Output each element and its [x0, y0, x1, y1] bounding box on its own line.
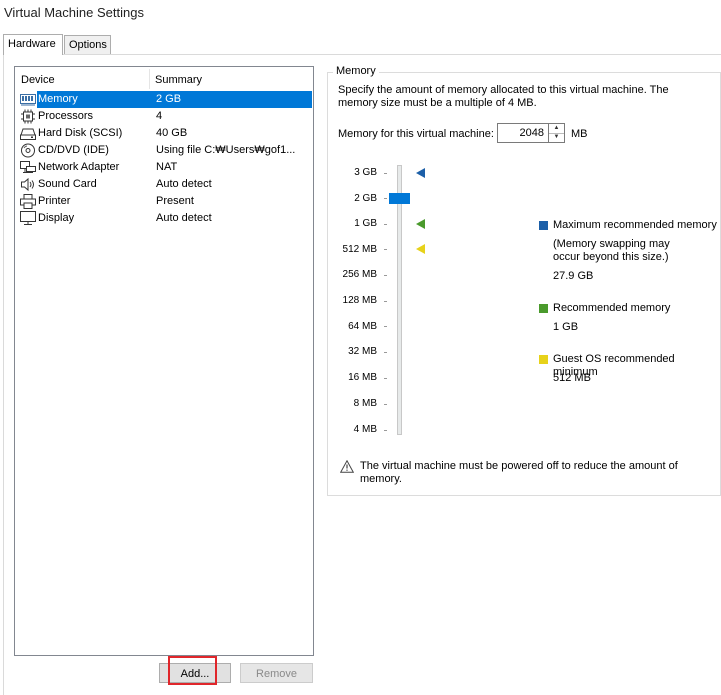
memory-spinner[interactable]: ▲ ▼ — [549, 123, 565, 143]
device-row-network-adapter[interactable]: Network Adapter NAT — [17, 159, 312, 176]
processor-icon — [21, 109, 35, 124]
device-summary: Auto detect — [156, 212, 212, 224]
max-recommended-note: (Memory swapping may occur beyond this s… — [553, 238, 670, 263]
memory-description: Specify the amount of memory allocated t… — [338, 84, 669, 109]
recommended-marker-icon — [416, 219, 425, 229]
tab-options[interactable]: Options — [64, 35, 111, 54]
slider-tick — [384, 173, 387, 174]
device-summary: Auto detect — [156, 178, 212, 190]
slider-tick — [384, 326, 387, 327]
device-summary: NAT — [156, 161, 178, 173]
memory-group-title: Memory — [333, 65, 379, 77]
device-row-sound-card[interactable]: Sound Card Auto detect — [17, 176, 312, 193]
device-summary: Present — [156, 195, 194, 207]
memory-unit-label: MB — [571, 128, 588, 140]
slider-tick — [384, 430, 387, 431]
memory-slider-track[interactable] — [397, 165, 402, 435]
device-row-printer[interactable]: Printer Present — [17, 193, 312, 210]
tab-hardware[interactable]: Hardware — [3, 34, 63, 55]
device-summary: Using file C:₩Users₩gof1... — [156, 144, 296, 156]
column-separator[interactable] — [149, 69, 150, 89]
slider-tick — [384, 249, 387, 250]
printer-icon — [20, 194, 36, 209]
device-list[interactable]: Device Summary Memory 2 GB Processors 4 … — [14, 66, 314, 656]
network-adapter-icon — [20, 161, 36, 173]
slider-label: 32 MB — [348, 346, 377, 357]
sound-card-icon — [21, 177, 34, 192]
device-row-memory[interactable]: Memory 2 GB — [17, 91, 312, 108]
max-recommended-square-icon — [539, 221, 548, 230]
window-title: Virtual Machine Settings — [4, 5, 144, 20]
max-recommended-value: 27.9 GB — [553, 270, 594, 282]
slider-label: 512 MB — [342, 244, 377, 255]
column-header-summary[interactable]: Summary — [155, 71, 202, 89]
slider-tick — [384, 301, 387, 302]
device-name: Printer — [38, 195, 71, 207]
device-name: CD/DVD (IDE) — [38, 144, 109, 156]
slider-tick — [384, 352, 387, 353]
slider-tick — [384, 198, 387, 199]
device-row-processors[interactable]: Processors 4 — [17, 108, 312, 125]
device-name: Network Adapter — [38, 161, 120, 173]
device-summary: 4 — [156, 110, 163, 122]
recommended-square-icon — [539, 304, 548, 313]
slider-label: 16 MB — [348, 372, 377, 383]
slider-tick — [384, 404, 387, 405]
max-recommended-title: Maximum recommended memory — [553, 219, 717, 231]
slider-label: 8 MB — [353, 398, 377, 409]
warning-text: The virtual machine must be powered off … — [360, 460, 678, 485]
spin-down-icon[interactable]: ▼ — [549, 133, 564, 142]
device-summary: 40 GB — [156, 127, 188, 139]
display-icon — [20, 211, 36, 225]
slider-label: 1 GB — [354, 218, 377, 229]
slider-label: 2 GB — [354, 193, 377, 204]
guest-min-marker-icon — [416, 244, 425, 254]
column-header-device[interactable]: Device — [21, 71, 55, 89]
recommended-title: Recommended memory — [553, 302, 671, 314]
device-summary: 2 GB — [137, 91, 312, 108]
slider-label: 64 MB — [348, 321, 377, 332]
slider-label: 128 MB — [342, 295, 377, 306]
slider-tick — [384, 378, 387, 379]
add-button-highlight — [168, 656, 217, 685]
slider-label: 256 MB — [342, 269, 377, 280]
max-recommended-marker-icon — [416, 168, 425, 178]
slider-tick — [384, 224, 387, 225]
slider-label: 3 GB — [354, 167, 377, 178]
memory-icon — [20, 94, 36, 106]
device-name: Sound Card — [38, 178, 97, 190]
cd-dvd-icon — [21, 143, 35, 158]
warning-icon — [340, 460, 354, 473]
guest-min-square-icon — [539, 355, 548, 364]
device-name: Hard Disk (SCSI) — [38, 127, 123, 139]
device-row-display[interactable]: Display Auto detect — [17, 210, 312, 227]
device-name: Processors — [38, 110, 94, 122]
device-row-hard-disk[interactable]: Hard Disk (SCSI) 40 GB — [17, 125, 312, 142]
remove-button[interactable]: Remove — [240, 663, 313, 683]
slider-label: 4 MB — [353, 424, 377, 435]
device-name: Display — [38, 212, 75, 224]
hard-disk-icon — [20, 128, 36, 140]
guest-min-value: 512 MB — [553, 372, 591, 384]
memory-input[interactable]: 2048 — [497, 123, 549, 143]
device-row-cd-dvd[interactable]: CD/DVD (IDE) Using file C:₩Users₩gof1... — [17, 142, 312, 159]
slider-tick — [384, 275, 387, 276]
memory-slider-thumb[interactable] — [389, 193, 410, 204]
recommended-value: 1 GB — [553, 321, 579, 333]
memory-field-label: Memory for this virtual machine: — [338, 128, 494, 140]
